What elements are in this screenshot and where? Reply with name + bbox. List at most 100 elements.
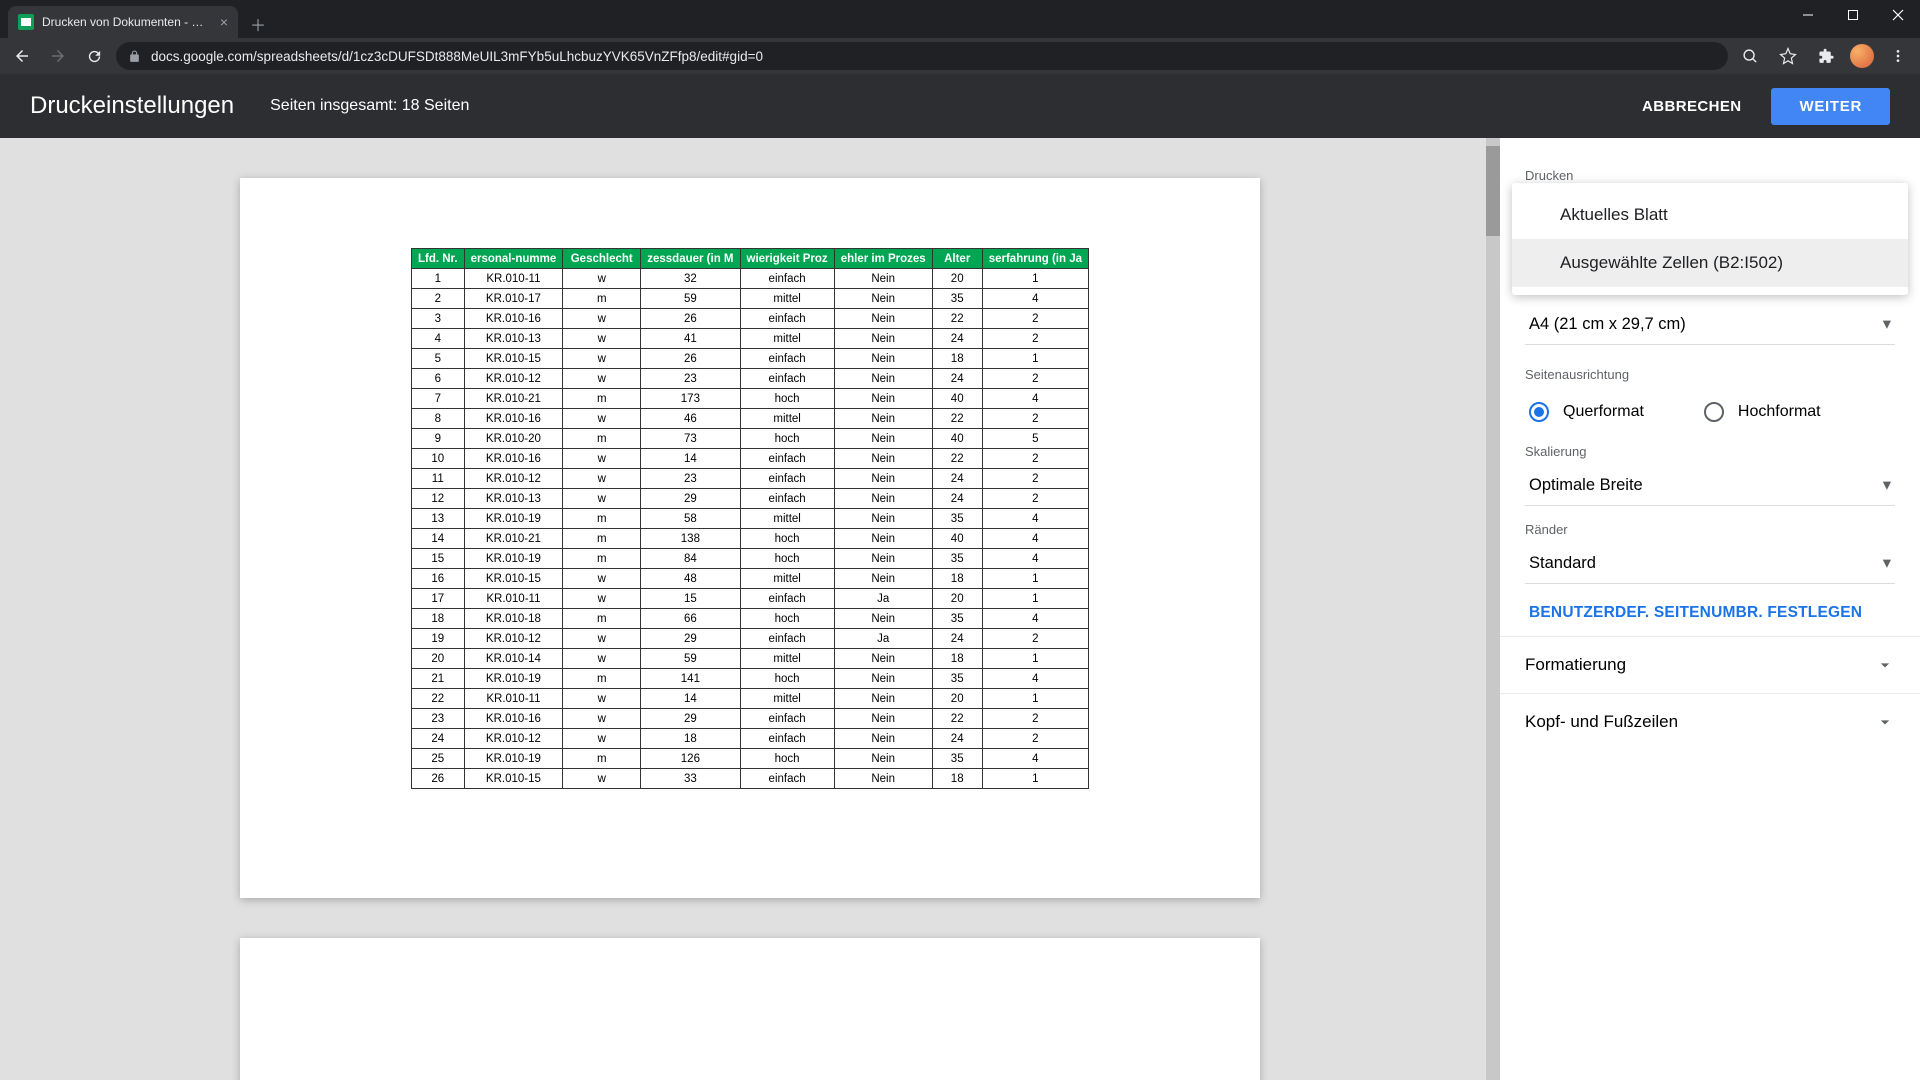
table-cell: 26 xyxy=(641,349,740,369)
table-cell: einfach xyxy=(740,489,834,509)
extensions-icon[interactable] xyxy=(1812,42,1840,70)
table-cell: KR.010-21 xyxy=(464,389,563,409)
menu-icon[interactable] xyxy=(1884,42,1912,70)
table-cell: 35 xyxy=(932,609,982,629)
table-cell: 5 xyxy=(982,429,1088,449)
table-cell: hoch xyxy=(740,609,834,629)
table-cell: 7 xyxy=(411,389,464,409)
radio-portrait[interactable]: Hochformat xyxy=(1704,402,1821,422)
table-cell: 35 xyxy=(932,289,982,309)
radio-landscape-label: Querformat xyxy=(1563,403,1644,421)
table-row: 5KR.010-15w26einfachNein181 xyxy=(411,349,1088,369)
table-cell: 25 xyxy=(411,749,464,769)
formatting-expander[interactable]: Formatierung xyxy=(1500,636,1920,693)
table-cell: Nein xyxy=(834,309,932,329)
table-cell: w xyxy=(563,489,641,509)
address-bar[interactable] xyxy=(116,42,1728,70)
paper-size-select[interactable]: A4 (21 cm x 29,7 cm) ▾ xyxy=(1525,304,1895,345)
print-preview-area[interactable]: Lfd. Nr.ersonal-nummeGeschlechtzessdauer… xyxy=(0,138,1500,1080)
scrollbar-thumb[interactable] xyxy=(1486,146,1500,236)
next-button[interactable]: WEITER xyxy=(1771,88,1890,125)
table-cell: m xyxy=(563,669,641,689)
table-cell: mittel xyxy=(740,509,834,529)
table-header-cell: zessdauer (in M xyxy=(641,249,740,269)
margins-value: Standard xyxy=(1529,554,1596,573)
bookmark-star-icon[interactable] xyxy=(1774,42,1802,70)
table-cell: Nein xyxy=(834,329,932,349)
table-cell: 126 xyxy=(641,749,740,769)
table-cell: Nein xyxy=(834,689,932,709)
preview-page-1: Lfd. Nr.ersonal-nummeGeschlechtzessdauer… xyxy=(240,178,1260,898)
back-button[interactable] xyxy=(8,42,36,70)
maximize-button[interactable] xyxy=(1830,0,1875,30)
table-cell: KR.010-21 xyxy=(464,529,563,549)
table-cell: KR.010-15 xyxy=(464,569,563,589)
scale-select[interactable]: Optimale Breite ▾ xyxy=(1525,465,1895,506)
margins-select[interactable]: Standard ▾ xyxy=(1525,543,1895,584)
table-row: 26KR.010-15w33einfachNein181 xyxy=(411,769,1088,789)
table-cell: w xyxy=(563,629,641,649)
preview-scrollbar[interactable] xyxy=(1486,138,1500,1080)
profile-avatar[interactable] xyxy=(1850,44,1874,68)
radio-landscape[interactable]: Querformat xyxy=(1529,402,1644,422)
table-cell: Nein xyxy=(834,289,932,309)
table-cell: 24 xyxy=(932,729,982,749)
table-cell: KR.010-16 xyxy=(464,449,563,469)
table-cell: m xyxy=(563,389,641,409)
scale-value: Optimale Breite xyxy=(1529,476,1643,495)
table-row: 16KR.010-15w48mittelNein181 xyxy=(411,569,1088,589)
table-cell: mittel xyxy=(740,329,834,349)
table-cell: KR.010-12 xyxy=(464,729,563,749)
minimize-button[interactable] xyxy=(1785,0,1830,30)
table-cell: 48 xyxy=(641,569,740,589)
table-cell: 18 xyxy=(932,769,982,789)
table-cell: 4 xyxy=(982,389,1088,409)
table-cell: mittel xyxy=(740,289,834,309)
table-cell: 22 xyxy=(932,409,982,429)
browser-tab[interactable]: Drucken von Dokumenten - Goo… × xyxy=(8,6,238,38)
table-row: 12KR.010-13w29einfachNein242 xyxy=(411,489,1088,509)
table-row: 10KR.010-16w14einfachNein222 xyxy=(411,449,1088,469)
url-input[interactable] xyxy=(151,49,1716,64)
radio-icon xyxy=(1704,402,1724,422)
table-row: 22KR.010-11w14mittelNein201 xyxy=(411,689,1088,709)
custom-page-breaks-link[interactable]: BENUTZERDEF. SEITENUMBR. FESTLEGEN xyxy=(1525,584,1895,628)
zoom-icon[interactable] xyxy=(1736,42,1764,70)
table-cell: m xyxy=(563,289,641,309)
close-window-button[interactable] xyxy=(1875,0,1920,30)
reload-button[interactable] xyxy=(80,42,108,70)
table-cell: 1 xyxy=(982,769,1088,789)
table-cell: KR.010-14 xyxy=(464,649,563,669)
dropdown-option-current-sheet[interactable]: Aktuelles Blatt xyxy=(1512,191,1908,239)
close-tab-icon[interactable]: × xyxy=(220,14,228,30)
table-cell: 14 xyxy=(411,529,464,549)
table-cell: 22 xyxy=(411,689,464,709)
table-cell: 2 xyxy=(982,469,1088,489)
table-row: 7KR.010-21m173hochNein404 xyxy=(411,389,1088,409)
table-cell: 12 xyxy=(411,489,464,509)
table-cell: w xyxy=(563,369,641,389)
table-cell: hoch xyxy=(740,389,834,409)
table-row: 25KR.010-19m126hochNein354 xyxy=(411,749,1088,769)
table-cell: Ja xyxy=(834,629,932,649)
chevron-down-icon xyxy=(1875,655,1895,675)
table-cell: 11 xyxy=(411,469,464,489)
print-settings-header: Druckeinstellungen Seiten insgesamt: 18 … xyxy=(0,74,1920,138)
table-cell: w xyxy=(563,409,641,429)
dropdown-option-selected-cells[interactable]: Ausgewählte Zellen (B2:I502) xyxy=(1512,239,1908,287)
forward-button[interactable] xyxy=(44,42,72,70)
table-cell: einfach xyxy=(740,369,834,389)
table-cell: w xyxy=(563,449,641,469)
headers-footers-expander[interactable]: Kopf- und Fußzeilen xyxy=(1500,693,1920,750)
table-cell: mittel xyxy=(740,569,834,589)
table-row: 17KR.010-11w15einfachJa201 xyxy=(411,589,1088,609)
table-row: 21KR.010-19m141hochNein354 xyxy=(411,669,1088,689)
table-cell: 6 xyxy=(411,369,464,389)
table-cell: 35 xyxy=(932,509,982,529)
cancel-button[interactable]: ABBRECHEN xyxy=(1626,88,1757,125)
table-row: 18KR.010-18m66hochNein354 xyxy=(411,609,1088,629)
table-cell: KR.010-11 xyxy=(464,589,563,609)
new-tab-button[interactable]: ＋ xyxy=(244,10,272,38)
table-cell: KR.010-16 xyxy=(464,309,563,329)
table-cell: 22 xyxy=(932,309,982,329)
